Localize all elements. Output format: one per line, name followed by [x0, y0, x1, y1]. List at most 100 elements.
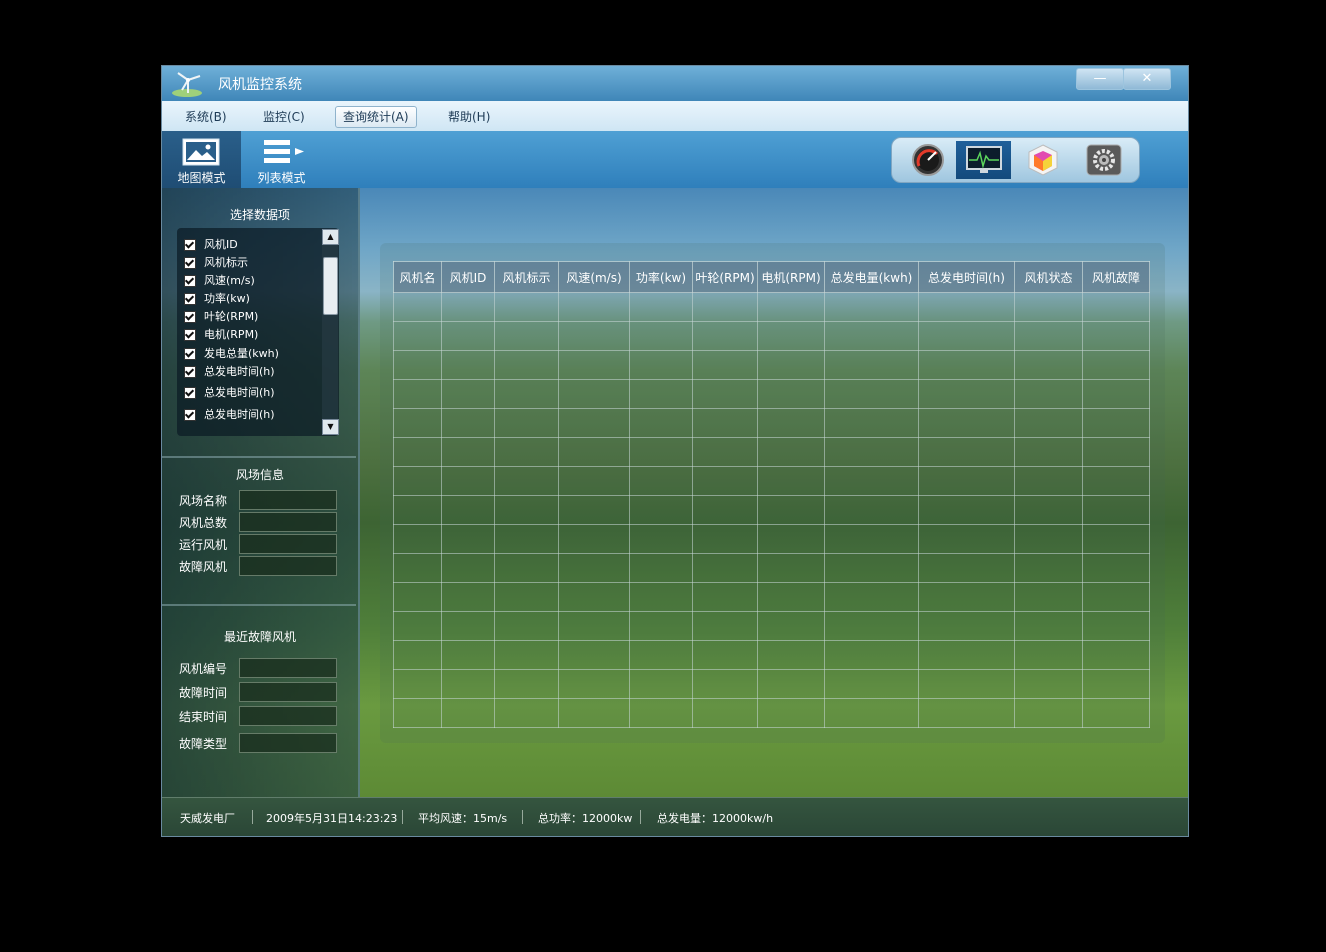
table-cell[interactable] [1014, 495, 1083, 525]
table-cell[interactable] [393, 379, 442, 409]
table-cell[interactable] [441, 437, 495, 467]
column-header[interactable]: 总发电时间(h) [918, 261, 1015, 293]
table-cell[interactable] [1014, 553, 1083, 583]
table-row[interactable] [393, 640, 1150, 670]
settings-tool-button[interactable] [1076, 141, 1131, 179]
table-cell[interactable] [918, 698, 1015, 728]
table-cell[interactable] [757, 292, 825, 322]
table-cell[interactable] [441, 321, 495, 351]
table-cell[interactable] [494, 698, 559, 728]
table-cell[interactable] [441, 669, 495, 699]
table-cell[interactable] [494, 437, 559, 467]
table-cell[interactable] [558, 640, 630, 670]
table-cell[interactable] [441, 466, 495, 496]
table-cell[interactable] [629, 437, 693, 467]
scroll-thumb[interactable] [323, 257, 338, 315]
table-row[interactable] [393, 379, 1150, 409]
table-cell[interactable] [1082, 292, 1150, 322]
table-cell[interactable] [629, 292, 693, 322]
table-row[interactable] [393, 495, 1150, 525]
table-cell[interactable] [918, 466, 1015, 496]
table-cell[interactable] [441, 379, 495, 409]
gauge-tool-button[interactable] [900, 141, 955, 179]
table-cell[interactable] [629, 408, 693, 438]
data-item-checkbox[interactable]: 总发电时间(h) [184, 406, 275, 422]
data-item-checkbox[interactable]: 风机标示 [184, 254, 248, 270]
table-cell[interactable] [692, 524, 758, 554]
table-cell[interactable] [558, 437, 630, 467]
column-header[interactable]: 风机标示 [494, 261, 559, 293]
column-header[interactable]: 风机故障 [1082, 261, 1150, 293]
table-cell[interactable] [692, 408, 758, 438]
fault-type-input[interactable] [239, 733, 337, 753]
minimize-button[interactable]: — [1076, 68, 1124, 90]
table-row[interactable] [393, 553, 1150, 583]
table-cell[interactable] [393, 466, 442, 496]
table-cell[interactable] [558, 698, 630, 728]
table-cell[interactable] [757, 669, 825, 699]
table-cell[interactable] [558, 611, 630, 641]
table-cell[interactable] [692, 495, 758, 525]
data-item-checkbox[interactable]: 总发电时间(h) [184, 384, 275, 400]
table-cell[interactable] [441, 640, 495, 670]
table-cell[interactable] [393, 582, 442, 612]
faulty-turbines-input[interactable] [239, 556, 337, 576]
table-cell[interactable] [1082, 698, 1150, 728]
table-cell[interactable] [558, 524, 630, 554]
turbine-total-input[interactable] [239, 512, 337, 532]
table-cell[interactable] [757, 466, 825, 496]
table-cell[interactable] [1082, 524, 1150, 554]
table-cell[interactable] [692, 292, 758, 322]
table-cell[interactable] [393, 350, 442, 380]
table-cell[interactable] [558, 408, 630, 438]
table-cell[interactable] [629, 640, 693, 670]
scroll-down-arrow-icon[interactable]: ▼ [322, 419, 339, 435]
table-cell[interactable] [494, 524, 559, 554]
menu-help[interactable]: 帮助(H) [440, 106, 498, 128]
table-cell[interactable] [1014, 466, 1083, 496]
table-cell[interactable] [629, 379, 693, 409]
table-cell[interactable] [494, 553, 559, 583]
table-cell[interactable] [918, 379, 1015, 409]
table-cell[interactable] [393, 669, 442, 699]
table-cell[interactable] [1014, 640, 1083, 670]
table-cell[interactable] [757, 321, 825, 351]
table-cell[interactable] [441, 524, 495, 554]
table-cell[interactable] [692, 437, 758, 467]
table-cell[interactable] [824, 466, 919, 496]
scroll-up-arrow-icon[interactable]: ▲ [322, 229, 339, 245]
table-cell[interactable] [441, 408, 495, 438]
table-cell[interactable] [558, 466, 630, 496]
table-cell[interactable] [692, 669, 758, 699]
table-cell[interactable] [824, 669, 919, 699]
table-cell[interactable] [757, 495, 825, 525]
table-cell[interactable] [629, 669, 693, 699]
table-cell[interactable] [824, 698, 919, 728]
table-cell[interactable] [494, 582, 559, 612]
table-cell[interactable] [441, 553, 495, 583]
table-row[interactable] [393, 292, 1150, 322]
table-cell[interactable] [393, 408, 442, 438]
table-cell[interactable] [1014, 321, 1083, 351]
column-header[interactable]: 总发电量(kwh) [824, 261, 919, 293]
table-cell[interactable] [629, 466, 693, 496]
table-cell[interactable] [1014, 698, 1083, 728]
data-items-scrollbar[interactable]: ▲ ▼ [322, 229, 339, 435]
table-cell[interactable] [824, 408, 919, 438]
table-cell[interactable] [918, 292, 1015, 322]
table-cell[interactable] [1082, 379, 1150, 409]
table-cell[interactable] [1082, 640, 1150, 670]
table-cell[interactable] [494, 292, 559, 322]
table-cell[interactable] [1082, 350, 1150, 380]
table-cell[interactable] [757, 350, 825, 380]
table-cell[interactable] [918, 495, 1015, 525]
table-cell[interactable] [1014, 582, 1083, 612]
data-item-checkbox[interactable]: 叶轮(RPM) [184, 308, 258, 324]
table-cell[interactable] [629, 553, 693, 583]
table-row[interactable] [393, 437, 1150, 467]
table-cell[interactable] [441, 582, 495, 612]
table-cell[interactable] [692, 553, 758, 583]
table-cell[interactable] [824, 611, 919, 641]
data-item-checkbox[interactable]: 风速(m/s) [184, 272, 255, 288]
data-item-checkbox[interactable]: 电机(RPM) [184, 326, 258, 342]
